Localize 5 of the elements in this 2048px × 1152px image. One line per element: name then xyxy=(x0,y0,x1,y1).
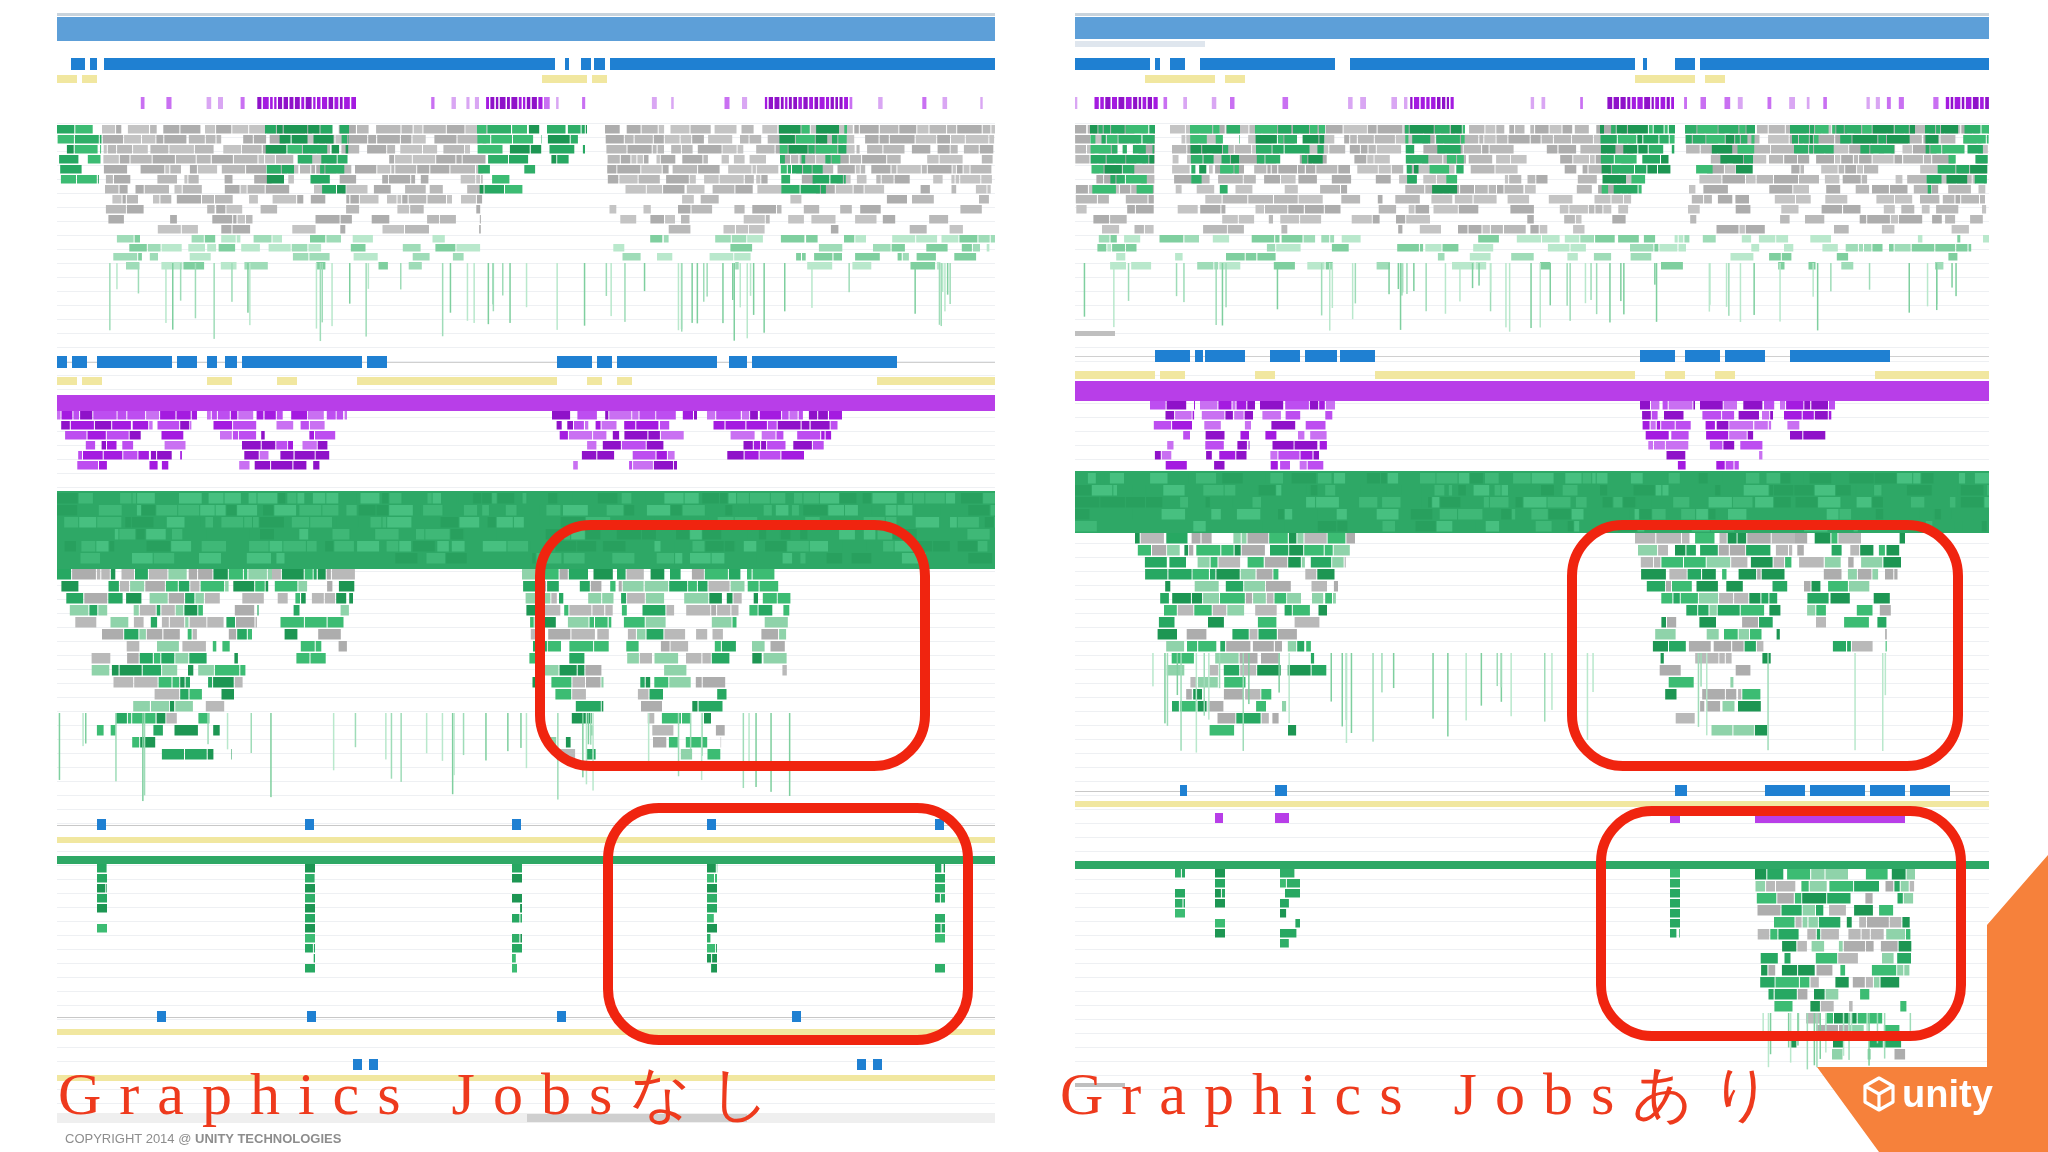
logo-text: unity xyxy=(1902,1074,1993,1114)
slide-caption: Graphics Jobsあり xyxy=(1060,1060,1791,1129)
cube-logo-icon xyxy=(1862,1076,1896,1112)
copyright-text: COPYRIGHT 2014 @ UNITY TECHNOLOGIES xyxy=(65,1131,342,1146)
slide-caption: Graphics Jobsなし xyxy=(58,1060,789,1129)
